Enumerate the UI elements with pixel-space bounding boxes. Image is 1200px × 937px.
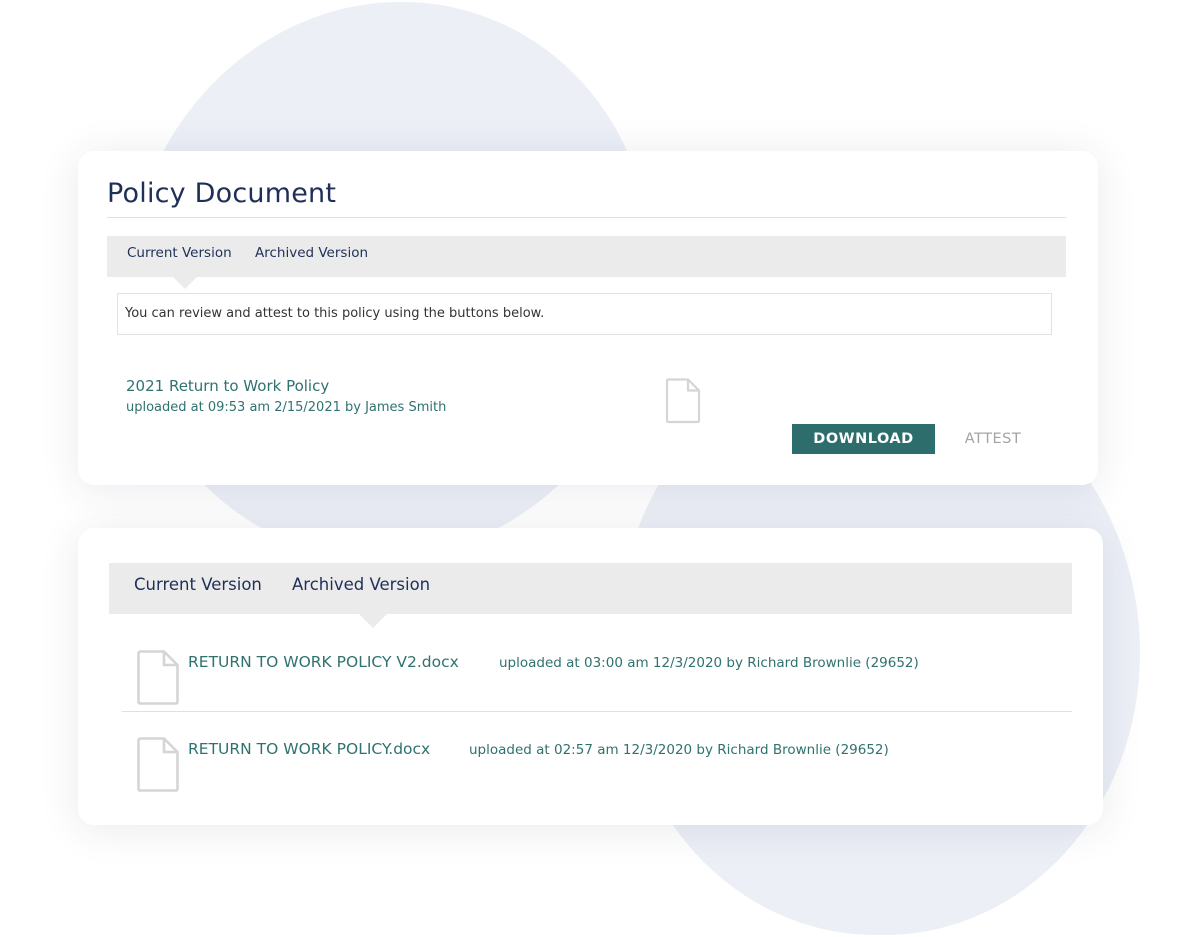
file-icon	[665, 378, 701, 424]
archived-file-link[interactable]: RETURN TO WORK POLICY V2.docx	[188, 653, 459, 671]
archived-file-meta: uploaded at 03:00 am 12/3/2020 by Richar…	[499, 655, 919, 671]
attest-button[interactable]: ATTEST	[949, 424, 1037, 454]
download-button[interactable]: DOWNLOAD	[792, 424, 935, 454]
policy-notice: You can review and attest to this policy…	[117, 293, 1052, 335]
tab-current-version[interactable]: Current Version	[127, 245, 232, 261]
archived-file-meta: uploaded at 02:57 am 12/3/2020 by Richar…	[469, 742, 889, 758]
file-icon	[137, 650, 179, 705]
policy-document-meta: uploaded at 09:53 am 2/15/2021 by James …	[126, 400, 447, 415]
tab-archived-version[interactable]: Archived Version	[292, 575, 430, 594]
version-tabs: Current Version Archived Version	[109, 563, 1072, 614]
archived-versions-card: Current Version Archived Version RETURN …	[78, 528, 1103, 825]
title-divider	[107, 217, 1066, 218]
file-icon	[137, 737, 179, 792]
policy-document-link[interactable]: 2021 Return to Work Policy	[126, 377, 329, 395]
active-tab-indicator	[173, 277, 197, 289]
tab-current-version[interactable]: Current Version	[134, 575, 262, 594]
archived-file-link[interactable]: RETURN TO WORK POLICY.docx	[188, 740, 430, 758]
policy-document-card: Policy Document Current Version Archived…	[78, 151, 1098, 485]
list-item: RETURN TO WORK POLICY V2.docx uploaded a…	[122, 626, 1072, 712]
tab-archived-version[interactable]: Archived Version	[255, 245, 368, 261]
page-title: Policy Document	[107, 178, 337, 209]
version-tabs: Current Version Archived Version	[107, 236, 1066, 277]
list-item: RETURN TO WORK POLICY.docx uploaded at 0…	[122, 713, 1072, 798]
